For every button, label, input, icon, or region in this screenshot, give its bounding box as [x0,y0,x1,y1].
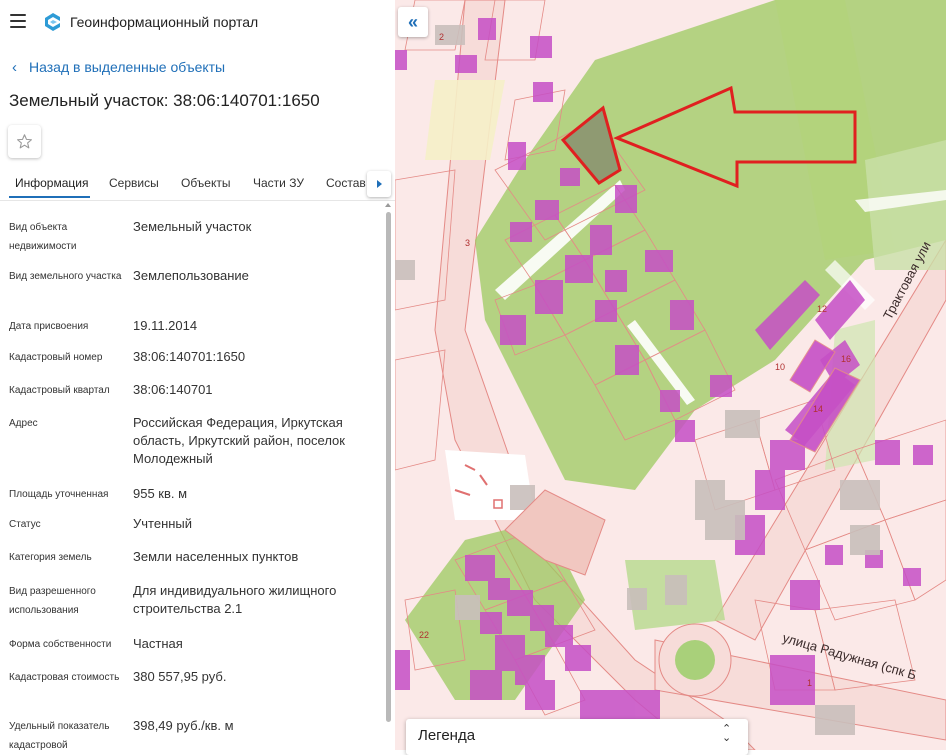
portal-logo-icon [45,13,60,31]
field-value: Для индивидуального жилищного строительс… [133,583,337,616]
field-label: Кадастровая стоимость [9,672,120,683]
lot-number: 10 [775,362,786,372]
lot-number: 2 [439,32,445,42]
field-value: Учтенный [133,516,193,531]
field-value: Российская Федерация, Иркутская область,… [133,415,345,466]
lot-number: 12 [817,304,828,314]
lot-number: 22 [419,630,430,640]
field-value: Землепользование [133,268,249,283]
lot-number: 3 [465,238,471,248]
double-chevron-left-icon: « [407,11,418,32]
field-label: Удельный показатель кадастровой [9,721,110,750]
active-tab-indicator [9,196,90,198]
favorite-button[interactable] [8,125,41,158]
lot-number: 14 [813,404,824,414]
field-label: Категория земель [9,552,92,563]
lot-number: 1 [807,678,813,688]
field-value: 955 кв. м [133,486,188,501]
tabs-scroll-right-button[interactable] [367,171,391,197]
top-bar: Геоинформационный портал [0,0,395,44]
field-value: 398,49 руб./кв. м [133,718,234,733]
tab-information[interactable]: Информация [15,176,88,190]
tab-objects[interactable]: Объекты [181,176,231,190]
field-value: 38:06:140701 [133,382,213,397]
tab-composition[interactable]: Состав [326,176,366,190]
map-view[interactable]: Трактовая ули улица Радужная (спк Б 2 3 … [395,0,946,750]
menu-icon[interactable] [10,14,26,28]
back-link[interactable]: ‹ Назад в выделенные объекты [12,59,225,76]
field-label: Вид земельного участка [9,271,122,282]
field-label: Статус [9,519,41,530]
field-label: Кадастровый квартал [9,385,110,396]
field-label: Вид объекта недвижимости [9,222,77,252]
scrollbar-thumb[interactable] [386,212,391,722]
field-value: Земельный участок [133,219,252,234]
field-value: Земли населенных пунктов [133,549,299,564]
tab-parts[interactable]: Части ЗУ [253,176,304,190]
field-label: Кадастровый номер [9,352,103,363]
field-value: 380 557,95 руб. [133,669,227,684]
field-label: Вид разрешенного использования [9,586,96,616]
expand-collapse-icon: ⌃ ⌄ [722,723,732,744]
object-title: Земельный участок: 38:06:140701:1650 [9,91,320,110]
back-link-label: Назад в выделенные объекты [29,59,226,75]
chevron-left-icon: ‹ [12,59,17,76]
collapse-panel-button[interactable]: « [398,7,428,37]
field-label: Адрес [9,418,38,429]
field-label: Дата присвоения [9,321,89,332]
field-label: Площадь уточненная [9,489,109,500]
info-panel: Геоинформационный портал ‹ Назад в выделе… [0,0,395,750]
field-label: Форма собственности [9,639,112,650]
tab-services[interactable]: Сервисы [109,176,159,190]
scroll-up-icon[interactable] [385,203,391,207]
map-canvas[interactable] [395,0,946,750]
app-title: Геоинформационный портал [70,14,259,30]
legend-label: Легенда [418,727,476,744]
field-value: Частная [133,636,183,651]
star-icon [17,134,32,149]
field-value: 38:06:140701:1650 [133,349,246,364]
lot-number: 16 [841,354,852,364]
field-value: 19.11.2014 [133,318,198,333]
